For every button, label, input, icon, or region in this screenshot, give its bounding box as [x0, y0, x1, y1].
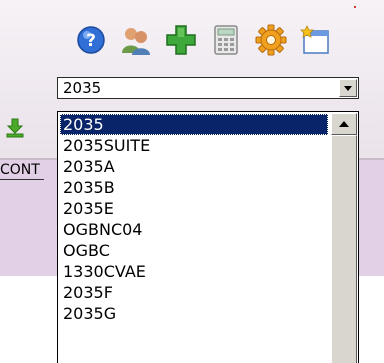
calculator-icon: [214, 25, 238, 55]
list-item[interactable]: 2035G: [60, 303, 328, 324]
settings-button[interactable]: [252, 22, 290, 58]
toolbar: ?: [72, 22, 335, 58]
users-icon: [122, 28, 150, 55]
list-item[interactable]: 2035E: [60, 198, 328, 219]
svg-text:?: ?: [86, 31, 96, 51]
new-window-button[interactable]: [297, 22, 335, 58]
list-item[interactable]: OGBNC04: [60, 219, 328, 240]
list-item[interactable]: 2035B: [60, 177, 328, 198]
list-item[interactable]: OGBC: [60, 240, 328, 261]
list-item[interactable]: 2035SUITE: [60, 135, 328, 156]
scroll-thumb[interactable]: [331, 135, 357, 363]
help-button[interactable]: ?: [72, 22, 110, 58]
add-button[interactable]: [162, 22, 200, 58]
scrollbar[interactable]: [331, 113, 357, 363]
download-arrow-icon[interactable]: [6, 118, 24, 138]
users-button[interactable]: [117, 22, 155, 58]
settings-icon: [255, 24, 287, 56]
code-select-value: 2035: [63, 79, 102, 97]
add-icon: [166, 25, 196, 55]
help-icon: ?: [77, 26, 105, 54]
calculator-button[interactable]: [207, 22, 245, 58]
list-item[interactable]: 1330CVAE: [60, 261, 328, 282]
scroll-up-button[interactable]: [331, 113, 357, 135]
list-item[interactable]: 2035: [60, 114, 328, 135]
list-item[interactable]: 2035F: [60, 282, 328, 303]
list-item[interactable]: 2035A: [60, 156, 328, 177]
options-list: 2035 2035SUITE 2035A 2035B 2035E OGBNC04…: [60, 114, 328, 324]
red-dot: [354, 6, 356, 8]
code-select[interactable]: 2035: [57, 77, 359, 99]
column-header-cont[interactable]: CONT: [0, 161, 44, 180]
new-window-icon: [300, 25, 329, 54]
code-dropdown-list: 2035 2035SUITE 2035A 2035B 2035E OGBNC04…: [57, 111, 359, 363]
chevron-down-icon[interactable]: [339, 79, 357, 97]
